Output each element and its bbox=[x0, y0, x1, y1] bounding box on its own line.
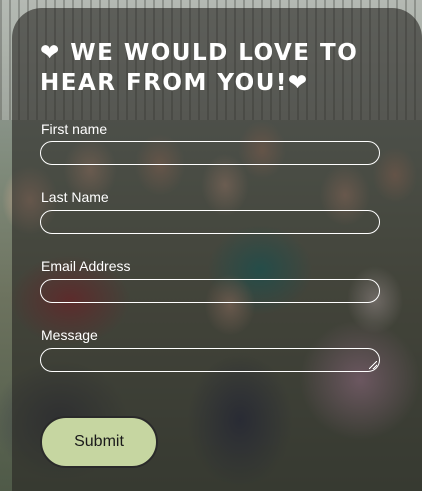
first-name-label: First name bbox=[41, 121, 108, 137]
first-name-input[interactable] bbox=[40, 141, 380, 165]
message-textarea[interactable] bbox=[40, 348, 380, 372]
submit-button[interactable]: Submit bbox=[40, 416, 158, 468]
form-heading: ❤ WE WOULD LOVE TO HEAR FROM YOU!❤ bbox=[40, 38, 370, 98]
message-label: Message bbox=[41, 327, 98, 343]
heart-icon: ❤ bbox=[40, 40, 61, 66]
heart-icon: ❤ bbox=[287, 70, 309, 96]
textarea-resize-handle[interactable] bbox=[369, 361, 377, 369]
last-name-input[interactable] bbox=[40, 210, 380, 234]
heading-line-1: WE WOULD LOVE TO bbox=[70, 40, 359, 66]
email-label: Email Address bbox=[41, 258, 131, 274]
email-input[interactable] bbox=[40, 279, 380, 303]
last-name-label: Last Name bbox=[41, 189, 109, 205]
heading-line-2: HEAR FROM YOU! bbox=[40, 70, 288, 96]
